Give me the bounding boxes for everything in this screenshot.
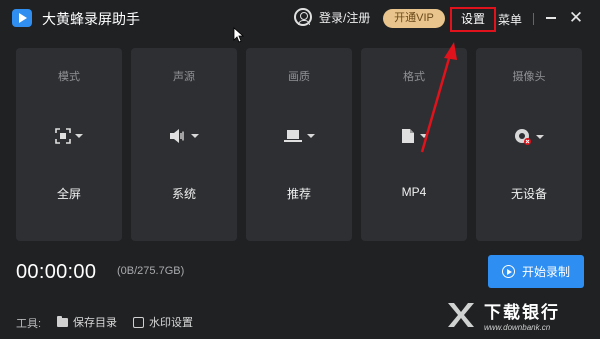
watermark-settings-label: 水印设置 bbox=[149, 317, 193, 329]
minimize-button[interactable] bbox=[541, 8, 561, 28]
menu-button[interactable]: 菜单 bbox=[498, 11, 522, 28]
user-icon bbox=[294, 8, 312, 26]
card-format-title: 格式 bbox=[403, 71, 425, 83]
start-recording-label: 开始录制 bbox=[521, 265, 570, 279]
login-register-button[interactable]: 登录/注册 bbox=[294, 8, 370, 26]
titlebar-divider bbox=[533, 13, 534, 25]
recording-timer: 00:00:00 bbox=[16, 261, 97, 283]
card-webcam-value: 无设备 bbox=[510, 187, 547, 201]
card-mode-title: 模式 bbox=[58, 71, 80, 83]
title-bar: 大黄蜂录屏助手 登录/注册 开通VIP 设置 菜单 ✕ bbox=[0, 0, 600, 36]
speaker-icon bbox=[170, 129, 184, 143]
card-mode-value: 全屏 bbox=[56, 187, 81, 201]
card-quality[interactable]: 画质 推荐 bbox=[246, 48, 352, 241]
watermark-title: 下载银行 bbox=[484, 302, 560, 322]
card-audio-source-title: 声源 bbox=[173, 71, 195, 83]
folder-icon bbox=[57, 315, 68, 327]
save-directory-label: 保存目录 bbox=[73, 317, 117, 329]
save-directory-link[interactable]: 保存目录 bbox=[57, 314, 117, 330]
watermark-url: www.downbank.cn bbox=[484, 322, 551, 332]
app-logo-icon bbox=[12, 9, 32, 27]
app-title: 大黄蜂录屏助手 bbox=[42, 11, 140, 27]
webcam-disabled-icon bbox=[515, 129, 531, 145]
fullscreen-icon bbox=[55, 128, 71, 144]
card-audio-source[interactable]: 声源 系统 bbox=[131, 48, 237, 241]
downbank-logo-icon bbox=[448, 302, 474, 327]
watermark-settings-link[interactable]: 水印设置 bbox=[133, 314, 193, 330]
card-format[interactable]: 格式 MP4 bbox=[361, 48, 467, 241]
laptop-icon bbox=[284, 130, 302, 142]
card-quality-title: 画质 bbox=[288, 71, 310, 83]
card-mode[interactable]: 模式 全屏 bbox=[16, 48, 122, 241]
storage-usage: (0B/275.7GB) bbox=[117, 265, 185, 277]
chevron-down-icon bbox=[191, 134, 199, 138]
mouse-cursor-icon bbox=[233, 27, 245, 43]
watermark-icon bbox=[133, 316, 144, 328]
chevron-down-icon bbox=[536, 135, 544, 139]
settings-button[interactable]: 设置 bbox=[450, 7, 496, 32]
play-icon bbox=[501, 265, 515, 278]
chevron-down-icon bbox=[420, 134, 428, 138]
close-button[interactable]: ✕ bbox=[566, 8, 586, 28]
start-recording-button[interactable]: 开始录制 bbox=[488, 255, 584, 288]
chevron-down-icon bbox=[307, 134, 315, 138]
chevron-down-icon bbox=[75, 134, 83, 138]
login-register-label: 登录/注册 bbox=[319, 10, 371, 25]
card-webcam[interactable]: 摄像头 无设备 bbox=[476, 48, 582, 241]
card-audio-source-value: 系统 bbox=[171, 187, 196, 201]
tools-label: 工具: bbox=[16, 318, 42, 330]
file-icon bbox=[402, 129, 414, 143]
card-webcam-title: 摄像头 bbox=[512, 71, 546, 83]
vip-button[interactable]: 开通VIP bbox=[383, 9, 445, 28]
card-format-value: MP4 bbox=[401, 185, 427, 199]
site-watermark: 下载银行 www.downbank.cn bbox=[440, 290, 600, 339]
card-quality-value: 推荐 bbox=[286, 187, 311, 201]
